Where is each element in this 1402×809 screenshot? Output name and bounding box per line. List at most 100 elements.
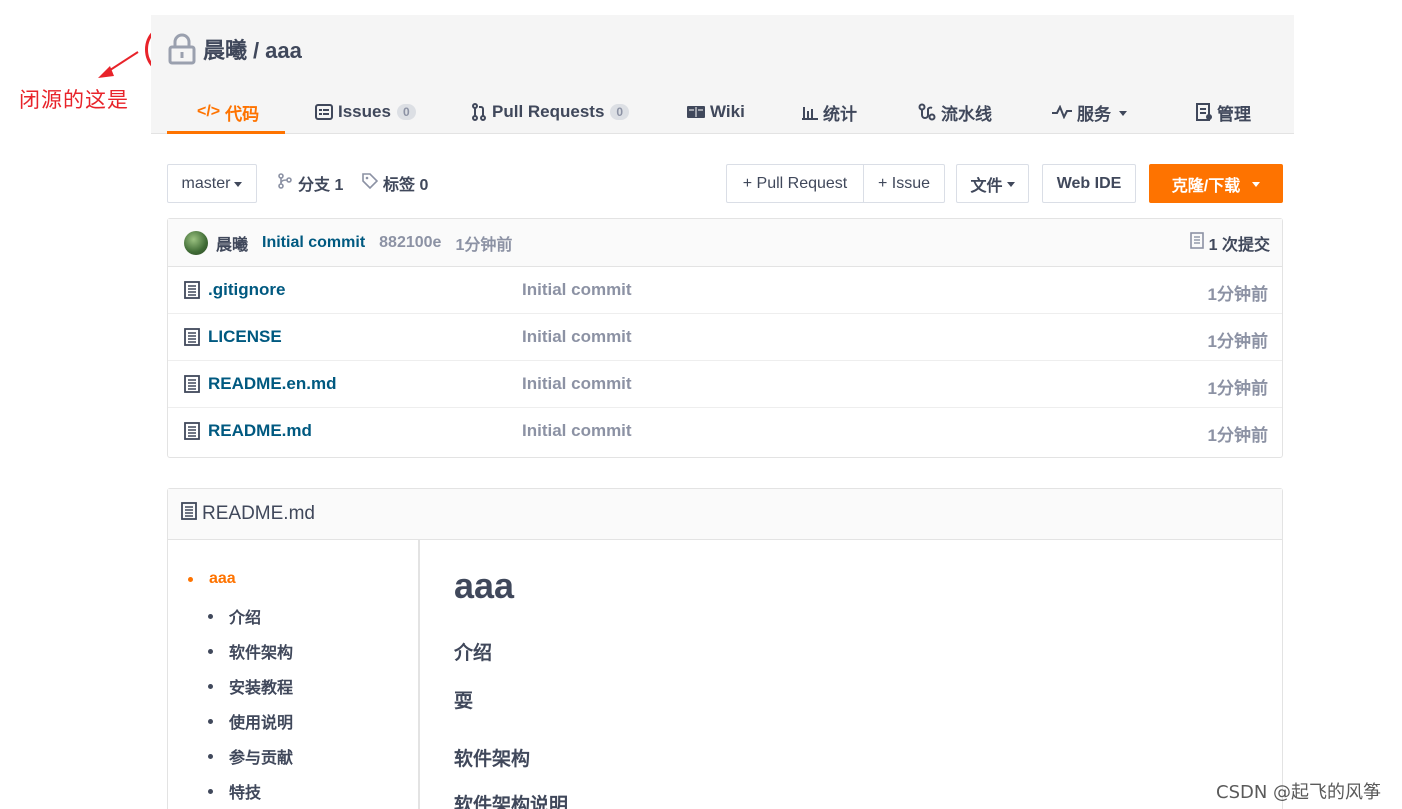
toc-item[interactable]: 使用说明 (208, 709, 293, 733)
table-row: README.en.md Initial commit 1分钟前 (168, 361, 1282, 408)
tab-pull-requests[interactable]: Pull Requests 0 (471, 91, 641, 133)
tab-stats[interactable]: 统计 (802, 91, 882, 133)
readme-paragraph: 软件架构说明 (454, 795, 569, 809)
tab-wiki-label: Wiki (710, 102, 745, 121)
repo-owner-link[interactable]: 晨曦 (203, 38, 247, 63)
readme-panel: README.md aaa 介绍 软件架构 安装教程 使用说明 参与贡献 特技 … (167, 488, 1283, 809)
clone-download-button[interactable]: 克隆/下载 (1149, 164, 1283, 203)
new-pull-request-button[interactable]: + Pull Request (726, 164, 864, 203)
toc-item-label: 参与贡献 (229, 750, 294, 767)
tab-issues[interactable]: Issues 0 (315, 91, 442, 133)
readme-icon (181, 502, 197, 526)
toc-item-label: aaa (209, 570, 236, 587)
bullet-icon (208, 613, 213, 619)
table-row: LICENSE Initial commit 1分钟前 (168, 314, 1282, 361)
tab-stats-label: 统计 (823, 104, 857, 124)
issues-icon (315, 104, 333, 120)
toc-item[interactable]: 介绍 (208, 604, 261, 628)
annotation-text: 闭源的这是 (19, 88, 129, 112)
bullet-icon (188, 576, 193, 582)
file-name-link[interactable]: README.en.md (208, 374, 336, 394)
readme-heading: aaa (454, 565, 515, 606)
pull-request-icon (471, 103, 487, 121)
commit-count-link[interactable]: 1 次提交 (1189, 231, 1270, 255)
commit-message-link[interactable]: Initial commit (262, 234, 365, 252)
branch-icon (277, 172, 293, 194)
commits-icon (1189, 231, 1204, 254)
file-name-link[interactable]: README.md (208, 421, 312, 441)
tab-code[interactable]: </> 代码 (167, 91, 285, 134)
readme-section-heading: 软件架构 (454, 749, 531, 770)
tags-label: 标签 0 (383, 177, 429, 194)
manage-icon (1196, 103, 1212, 121)
toc-item[interactable]: 参与贡献 (208, 744, 293, 768)
file-icon (184, 281, 200, 304)
tab-manage[interactable]: 管理 (1196, 91, 1276, 133)
repo-name-link[interactable]: aaa (265, 38, 302, 63)
tab-wiki[interactable]: Wiki (687, 91, 759, 133)
file-commit-message-link[interactable]: Initial commit (522, 421, 632, 441)
new-issue-button[interactable]: + Issue (863, 164, 945, 203)
annotation-arrow-icon (98, 51, 139, 78)
repo-tabs: </> 代码 Issues 0 Pull Requests 0 Wiki 统计 … (167, 91, 1276, 134)
files-dropdown[interactable]: 文件 (956, 164, 1029, 203)
table-row: README.md Initial commit 1分钟前 (168, 408, 1282, 455)
chevron-down-icon (1006, 182, 1015, 187)
toc-item[interactable]: 安装教程 (208, 674, 293, 698)
repo-path-separator: / (253, 38, 260, 63)
file-icon (184, 422, 200, 445)
file-name-link[interactable]: LICENSE (208, 327, 282, 347)
chevron-down-icon (1252, 182, 1261, 187)
readme-paragraph: 耍 (454, 691, 474, 712)
tab-services[interactable]: 服务 (1052, 91, 1162, 133)
chevron-down-icon (234, 182, 243, 187)
tab-manage-label: 管理 (1217, 104, 1251, 124)
bullet-icon (208, 788, 213, 794)
lock-icon (168, 33, 196, 65)
pull-requests-count-badge: 0 (610, 104, 630, 120)
tags-link[interactable]: 标签 0 (362, 171, 428, 195)
table-row: .gitignore Initial commit 1分钟前 (168, 267, 1282, 314)
readme-title: README.md (202, 503, 315, 524)
branch-select-label: master (181, 174, 231, 192)
file-commit-message-link[interactable]: Initial commit (522, 374, 632, 394)
toc-item[interactable]: 特技 (208, 779, 261, 803)
services-icon (1052, 105, 1072, 119)
issues-count-badge: 0 (396, 104, 416, 120)
bullet-icon (208, 718, 213, 724)
tab-pipeline-label: 流水线 (941, 104, 992, 124)
branches-label: 分支 1 (298, 177, 344, 194)
toc-item[interactable]: aaa (188, 570, 236, 588)
toc-item-label: 介绍 (229, 610, 262, 627)
file-commit-time: 1分钟前 (1207, 285, 1268, 304)
tab-services-label: 服务 (1077, 104, 1111, 124)
readme-section-heading: 介绍 (454, 643, 493, 664)
commit-count-label: 1 次提交 (1208, 236, 1270, 254)
toc-item-label: 特技 (229, 785, 262, 802)
tab-issues-label: Issues (338, 102, 391, 121)
toc-item-label: 使用说明 (229, 715, 294, 732)
tab-pipeline[interactable]: 流水线 (918, 91, 1016, 133)
branch-select[interactable]: master (167, 164, 257, 203)
toc-item-label: 安装教程 (229, 680, 294, 697)
latest-commit-bar: 晨曦 Initial commit 882100e 1分钟前 1 次提交 (168, 219, 1282, 267)
commit-author[interactable]: 晨曦 (216, 231, 248, 255)
chevron-down-icon (1119, 110, 1127, 116)
watermark: CSDN @起飞的风筝 (1216, 782, 1382, 803)
clone-download-label: 克隆/下载 (1171, 177, 1241, 195)
file-commit-message-link[interactable]: Initial commit (522, 280, 632, 300)
file-commit-time: 1分钟前 (1207, 379, 1268, 398)
avatar[interactable] (184, 230, 208, 255)
bullet-icon (208, 648, 213, 654)
web-ide-button[interactable]: Web IDE (1042, 164, 1136, 203)
file-icon (184, 328, 200, 351)
toc-item[interactable]: 软件架构 (208, 639, 293, 663)
file-commit-time: 1分钟前 (1207, 426, 1268, 445)
commit-sha[interactable]: 882100e (379, 234, 441, 252)
branches-link[interactable]: 分支 1 (277, 171, 343, 195)
file-commit-message-link[interactable]: Initial commit (522, 327, 632, 347)
readme-toc: aaa 介绍 软件架构 安装教程 使用说明 参与贡献 特技 (168, 540, 420, 809)
file-name-link[interactable]: .gitignore (208, 280, 285, 300)
pipeline-icon (918, 103, 936, 121)
repo-header: 晨曦 / aaa </> 代码 Issues 0 Pull Requests 0 W… (151, 15, 1294, 134)
